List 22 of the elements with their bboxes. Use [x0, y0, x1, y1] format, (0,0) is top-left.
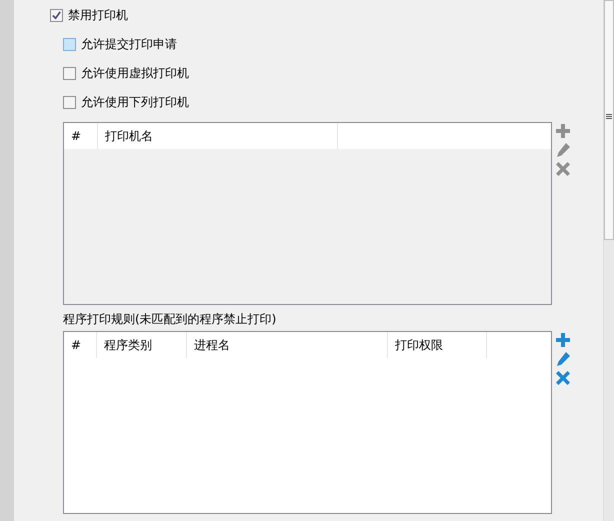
checkbox-label[interactable]: 允许使用虚拟打印机 — [81, 65, 189, 82]
grip-icon — [606, 114, 612, 118]
delete-icon[interactable] — [556, 371, 570, 385]
add-icon[interactable] — [556, 333, 570, 347]
checkbox-label[interactable]: 允许提交打印申请 — [81, 36, 177, 53]
checkbox[interactable] — [63, 96, 76, 109]
section-title: 程序打印规则(未匹配到的程序禁止打印) — [63, 312, 278, 326]
list-table[interactable]: # 程序类别 进程名 打印权限 — [63, 331, 552, 514]
checkbox[interactable] — [50, 9, 63, 22]
checkbox[interactable] — [63, 38, 76, 51]
edit-icon[interactable] — [556, 352, 570, 366]
checkbox-label[interactable]: 允许使用下列打印机 — [81, 94, 189, 111]
column-header[interactable]: 程序类别 — [97, 332, 187, 358]
scrollbar[interactable] — [603, 0, 614, 521]
column-header[interactable]: 打印权限 — [388, 332, 487, 358]
checkbox[interactable] — [63, 67, 76, 80]
delete-icon[interactable] — [556, 162, 570, 176]
column-header[interactable]: 进程名 — [187, 332, 388, 358]
edit-icon[interactable] — [556, 143, 570, 157]
add-icon[interactable] — [556, 124, 570, 138]
column-header[interactable]: # — [64, 332, 97, 358]
checkbox-label[interactable]: 禁用打印机 — [68, 7, 128, 24]
